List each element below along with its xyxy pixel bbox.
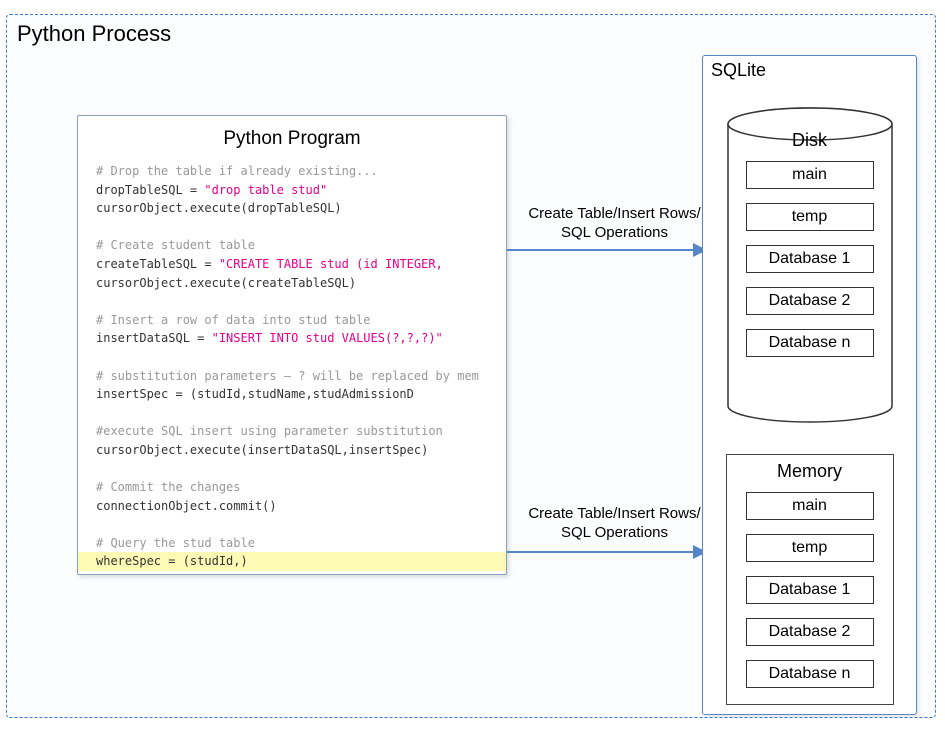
- disk-content: Disk main temp Database 1 Database 2 Dat…: [725, 130, 895, 371]
- memory-db-item: main: [746, 492, 874, 520]
- code-line: dropTableSQL =: [96, 183, 204, 197]
- process-title: Python Process: [17, 21, 171, 47]
- process-container: Python Process Python Program # Drop the…: [6, 14, 936, 718]
- arrow-to-memory: [507, 551, 705, 553]
- code-comment: # substitution parameters – ? will be re…: [96, 369, 479, 383]
- code-line: insertSpec = (studId,studName,studAdmiss…: [96, 387, 414, 401]
- disk-cylinder: Disk main temp Database 1 Database 2 Dat…: [725, 106, 895, 426]
- disk-db-item: temp: [746, 203, 874, 231]
- code-comment: # Insert a row of data into stud table: [96, 313, 371, 327]
- code-comment: # Create student table: [96, 238, 255, 252]
- code-string: "CREATE TABLE stud (id INTEGER,: [219, 257, 443, 271]
- arrow-text: SQL Operations: [561, 224, 668, 241]
- code-line: createTableSQL =: [96, 257, 219, 271]
- arrow-label-disk: Create Table/Insert Rows/ SQL Operations: [517, 205, 712, 243]
- arrow-label-memory: Create Table/Insert Rows/ SQL Operations: [517, 505, 712, 543]
- memory-db-item: temp: [746, 534, 874, 562]
- disk-db-item: Database n: [746, 329, 874, 357]
- memory-db-item: Database 2: [746, 618, 874, 646]
- code-area: # Drop the table if already existing... …: [78, 158, 506, 571]
- disk-heading: Disk: [725, 130, 895, 151]
- sqlite-title: SQLite: [703, 56, 916, 81]
- memory-box: Memory main temp Database 1 Database 2 D…: [726, 454, 894, 705]
- memory-heading: Memory: [727, 461, 893, 482]
- code-comment: # Commit the changes: [96, 480, 241, 494]
- code-comment: #execute SQL insert using parameter subs…: [96, 424, 443, 438]
- memory-db-item: Database 1: [746, 576, 874, 604]
- code-line: cursorObject.execute(insertDataSQL,inser…: [96, 443, 428, 457]
- code-string: "INSERT INTO stud VALUES(?,?,?)": [212, 331, 443, 345]
- code-comment: # Query the stud table: [96, 536, 255, 550]
- arrow-text: SQL Operations: [561, 524, 668, 541]
- sqlite-container: SQLite Disk main temp Database 1 Databas…: [702, 55, 917, 715]
- code-string: "drop table stud": [204, 183, 327, 197]
- memory-db-item: Database n: [746, 660, 874, 688]
- arrow-text: Create Table/Insert Rows/: [528, 205, 700, 222]
- python-program-box: Python Program # Drop the table if alrea…: [77, 115, 507, 575]
- disk-db-item: Database 1: [746, 245, 874, 273]
- program-title: Python Program: [78, 116, 506, 158]
- code-line: cursorObject.execute(createTableSQL): [96, 276, 356, 290]
- code-line: insertDataSQL =: [96, 331, 212, 345]
- code-line: cursorObject.execute(dropTableSQL): [96, 201, 342, 215]
- code-highlighted-line: whereSpec = (studId,): [78, 552, 506, 571]
- disk-db-item: main: [746, 161, 874, 189]
- code-comment: # Drop the table if already existing...: [96, 164, 378, 178]
- arrow-text: Create Table/Insert Rows/: [528, 505, 700, 522]
- disk-db-item: Database 2: [746, 287, 874, 315]
- code-line: connectionObject.commit(): [96, 499, 277, 513]
- arrow-to-disk: [507, 249, 705, 251]
